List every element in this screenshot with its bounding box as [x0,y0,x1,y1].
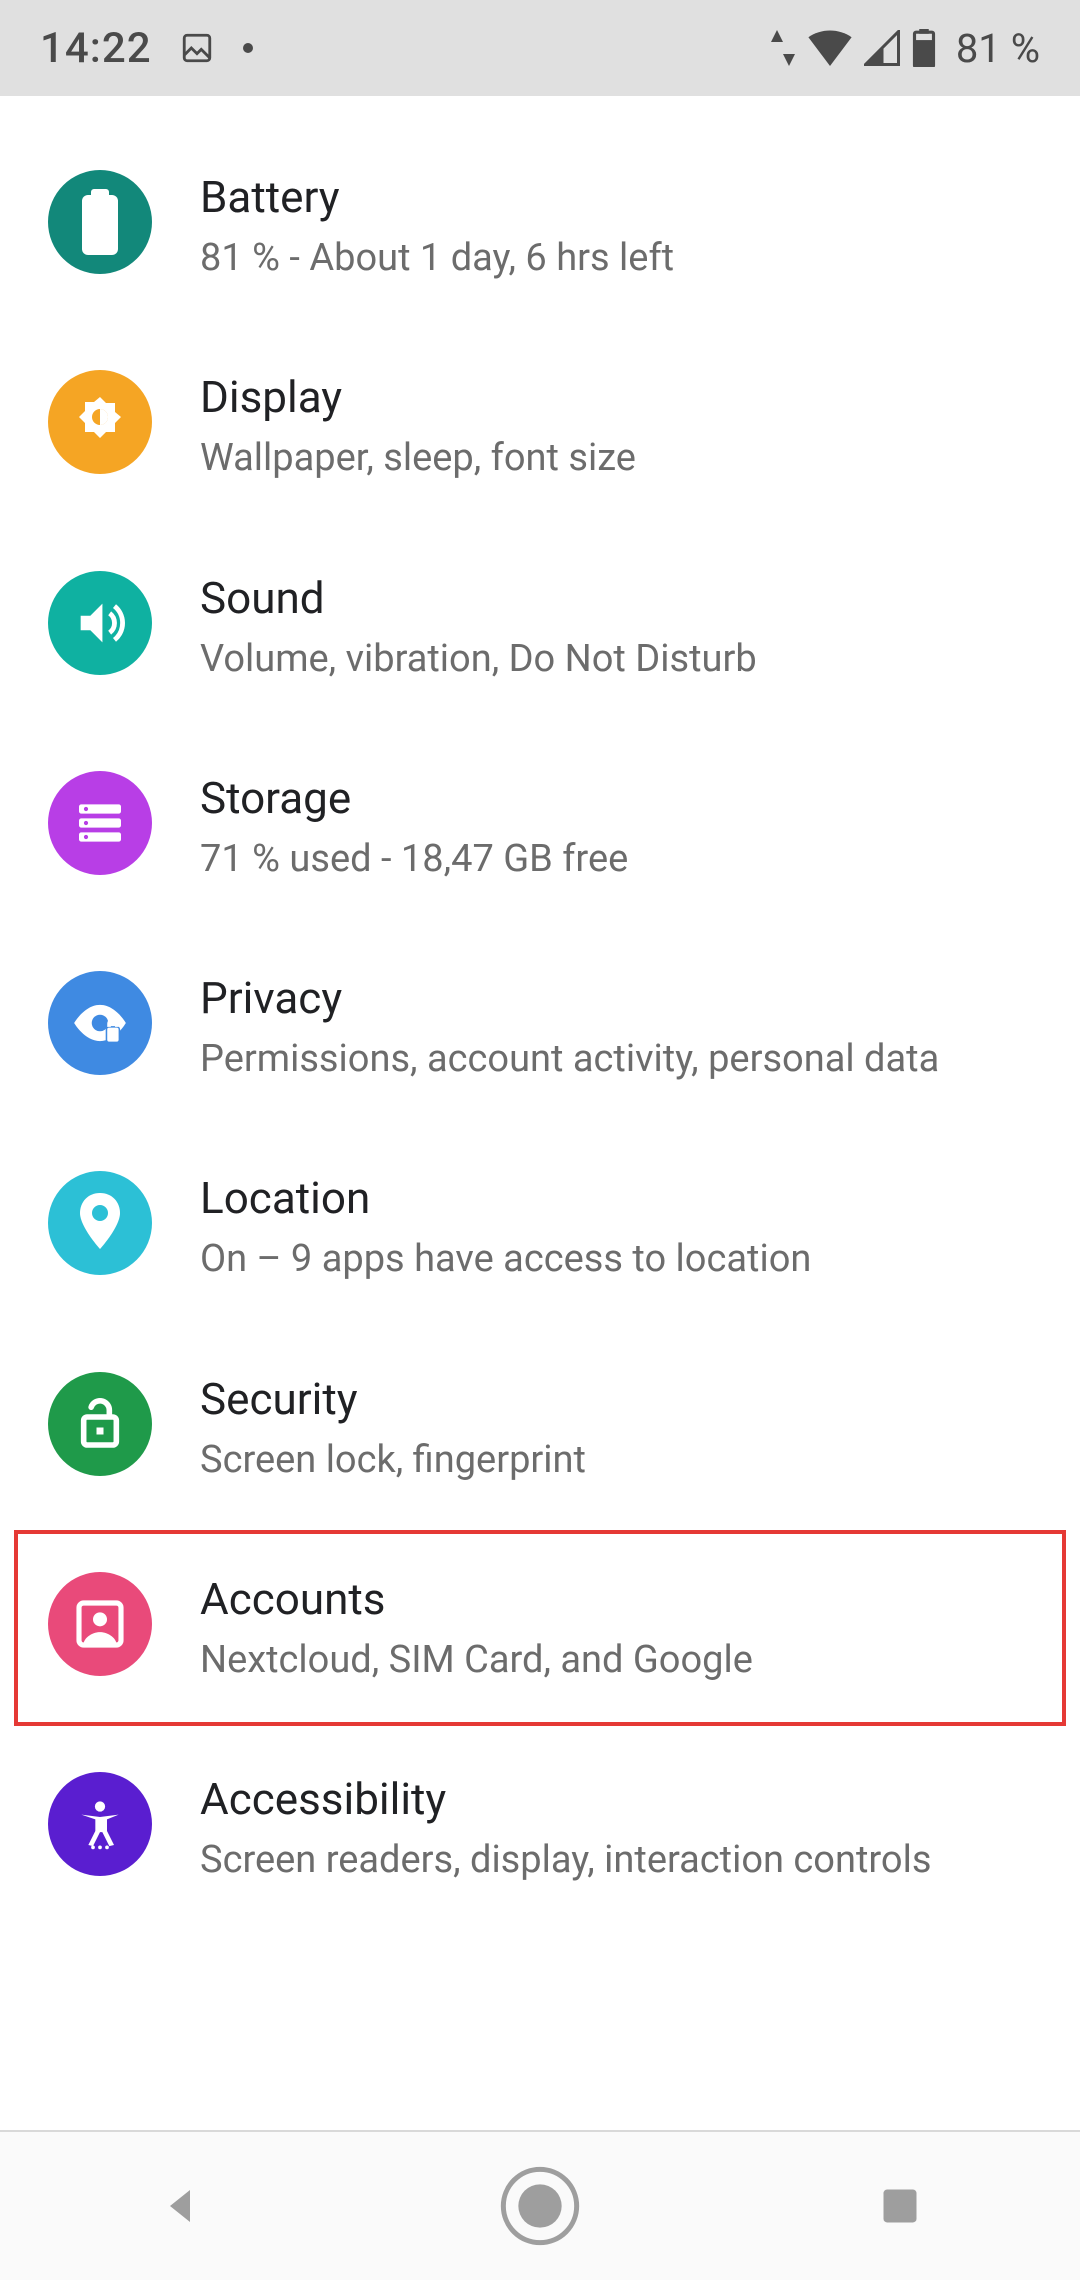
storage-icon [48,771,152,875]
settings-item-battery[interactable]: Battery 81 % - About 1 day, 6 hrs left [0,126,1080,326]
settings-item-accounts[interactable]: Accounts Nextcloud, SIM Card, and Google [12,1528,1068,1728]
settings-item-text: Display Wallpaper, sleep, font size [200,368,1040,484]
settings-item-text: Accessibility Screen readers, display, i… [200,1770,1040,1886]
accessibility-icon [48,1772,152,1876]
status-battery-percent: 81 % [956,25,1040,72]
status-bar-left: 14:22 [40,24,254,73]
settings-item-location[interactable]: Location On – 9 apps have access to loca… [0,1127,1080,1327]
lock-open-icon [48,1372,152,1476]
settings-item-subtitle: Permissions, account activity, personal … [200,1034,1040,1085]
volume-icon [48,571,152,675]
settings-item-privacy[interactable]: Privacy Permissions, account activity, p… [0,927,1080,1127]
settings-item-subtitle: Screen readers, display, interaction con… [200,1835,1040,1886]
status-bar: 14:22 81 % [0,0,1080,96]
settings-item-title: Display [200,370,1040,425]
settings-item-subtitle: Wallpaper, sleep, font size [200,433,1040,484]
privacy-eye-icon [48,971,152,1075]
settings-item-title: Storage [200,771,1040,826]
settings-item-title: Privacy [200,971,1040,1026]
settings-item-title: Battery [200,170,1040,225]
settings-item-subtitle: Nextcloud, SIM Card, and Google [200,1635,1040,1686]
settings-item-text: Location On – 9 apps have access to loca… [200,1169,1040,1285]
settings-item-subtitle: 81 % - About 1 day, 6 hrs left [200,233,1040,284]
battery-icon [912,29,936,67]
nav-recents-button[interactable] [800,2132,1000,2280]
signal-icon [864,30,900,66]
settings-list: Battery 81 % - About 1 day, 6 hrs left D… [0,96,1080,2130]
brightness-icon [48,370,152,474]
status-time: 14:22 [40,24,152,73]
settings-item-security[interactable]: Security Screen lock, fingerprint [0,1328,1080,1528]
nav-back-button[interactable] [80,2132,280,2280]
settings-item-text: Accounts Nextcloud, SIM Card, and Google [200,1570,1040,1686]
navigation-bar [0,2130,1080,2280]
settings-item-text: Storage 71 % used - 18,47 GB free [200,769,1040,885]
settings-item-text: Security Screen lock, fingerprint [200,1370,1040,1486]
settings-item-sound[interactable]: Sound Volume, vibration, Do Not Disturb [0,527,1080,727]
settings-item-text: Battery 81 % - About 1 day, 6 hrs left [200,168,1040,284]
settings-item-title: Sound [200,571,1040,626]
data-arrows-icon [770,30,796,66]
account-box-icon [48,1572,152,1676]
battery-icon [48,170,152,274]
settings-item-subtitle: On – 9 apps have access to location [200,1234,1040,1285]
status-bar-right: 81 % [770,25,1040,72]
settings-item-storage[interactable]: Storage 71 % used - 18,47 GB free [0,727,1080,927]
settings-item-subtitle: Screen lock, fingerprint [200,1435,1040,1486]
settings-item-title: Accessibility [200,1772,1040,1827]
settings-item-accessibility[interactable]: Accessibility Screen readers, display, i… [0,1728,1080,1928]
settings-item-text: Sound Volume, vibration, Do Not Disturb [200,569,1040,685]
location-pin-icon [48,1171,152,1275]
settings-item-title: Security [200,1372,1040,1427]
settings-item-subtitle: 71 % used - 18,47 GB free [200,834,1040,885]
nav-home-button[interactable] [440,2132,640,2280]
settings-item-title: Location [200,1171,1040,1226]
settings-item-text: Privacy Permissions, account activity, p… [200,969,1040,1085]
settings-item-title: Accounts [200,1572,1040,1627]
gallery-icon [180,31,214,65]
settings-item-subtitle: Volume, vibration, Do Not Disturb [200,634,1040,685]
wifi-icon [808,30,852,66]
dot-icon [242,42,254,54]
settings-item-display[interactable]: Display Wallpaper, sleep, font size [0,326,1080,526]
